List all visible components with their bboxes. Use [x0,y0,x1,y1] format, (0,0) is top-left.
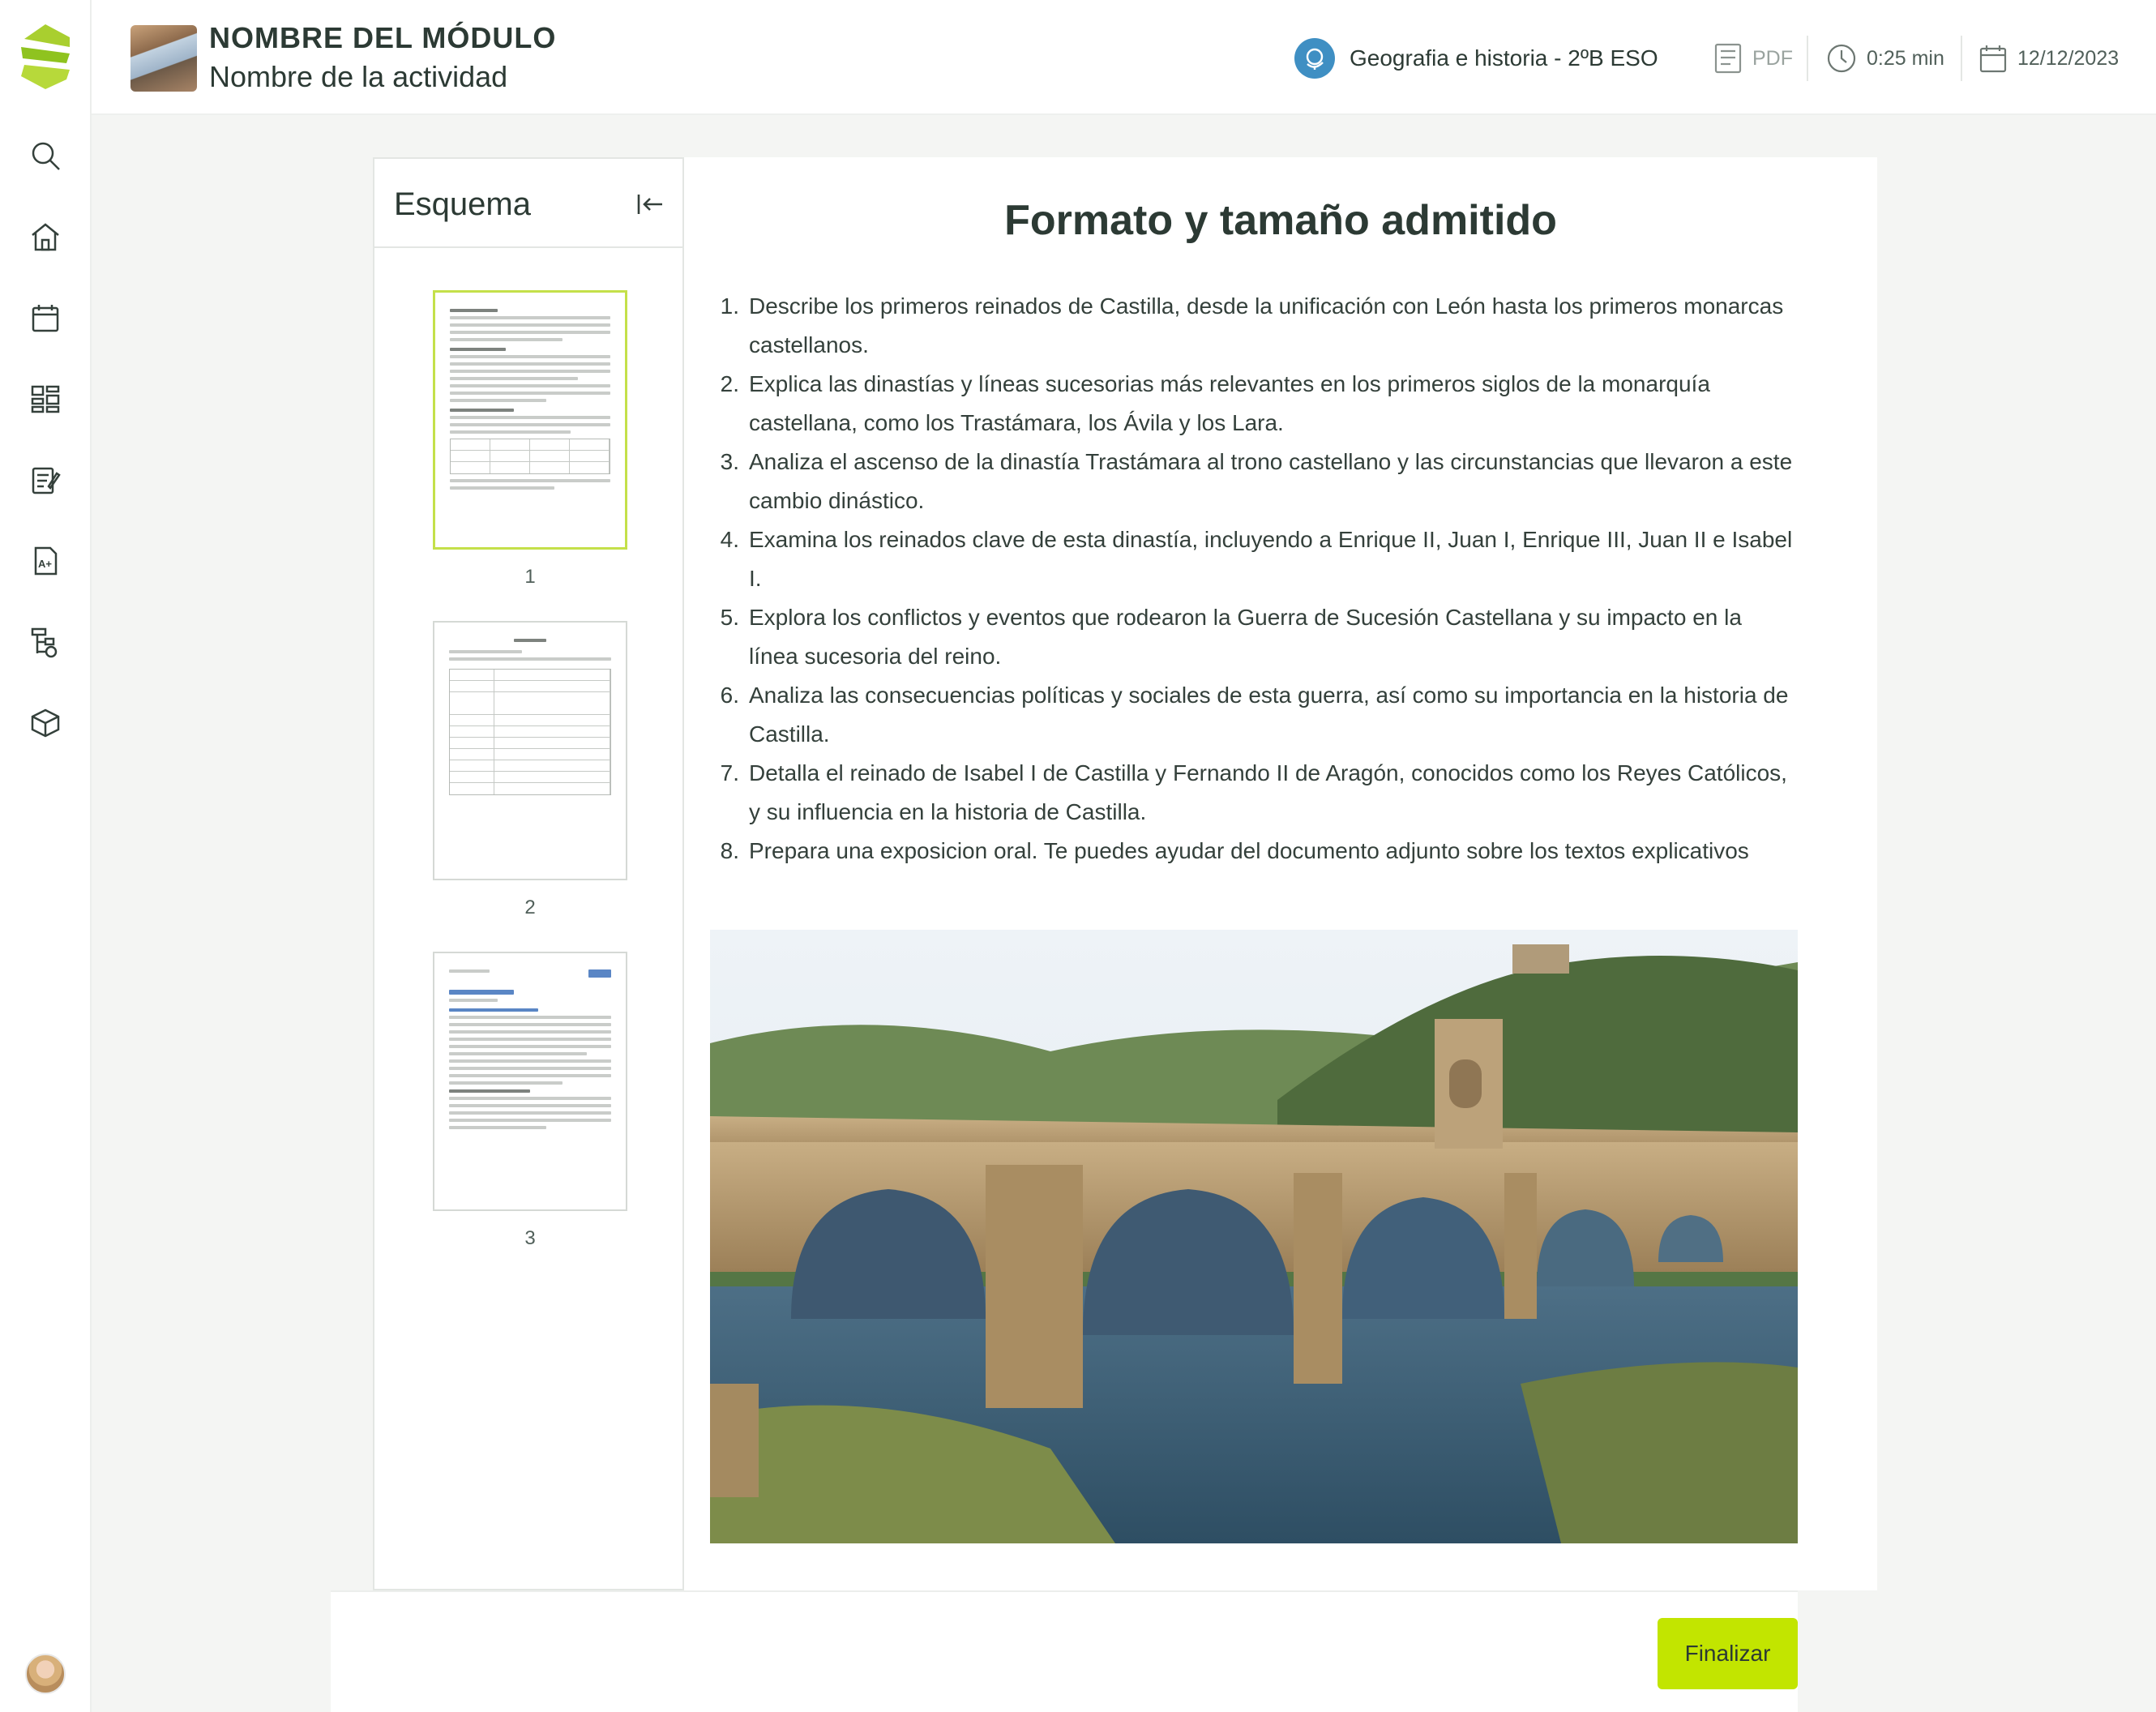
list-item: 6. Analiza las consecuencias políticas y … [720,683,1789,747]
list-item: 2. Explica las dinastías y líneas sucesor… [720,371,1710,435]
modules-icon[interactable] [28,381,63,417]
pdf-label: PDF [1752,46,1793,70]
footer-bar: Finalizar [331,1590,1798,1712]
page-thumbnail-3[interactable] [433,952,627,1211]
finish-button[interactable]: Finalizar [1658,1618,1798,1689]
module-thumbnail [130,25,197,92]
activity-name: Nombre de la actividad [209,60,508,93]
collapse-panel-button[interactable] [634,188,666,220]
page-number-1: 1 [524,566,536,588]
page-number-2: 2 [524,897,536,918]
module-title: NOMBRE DEL MÓDULO [209,21,557,54]
date-label: 12/12/2023 [2017,46,2120,70]
tasks-icon[interactable] [28,462,63,498]
list-item: 1. Describe los primeros reinados de Cast… [720,293,1784,357]
page-thumbnail-1[interactable] [433,290,627,550]
tree-icon[interactable] [28,624,63,660]
avatar[interactable] [25,1654,66,1694]
divider [1807,36,1808,81]
divider [1961,36,1962,81]
home-icon[interactable] [28,219,63,255]
box-icon[interactable] [28,705,63,741]
task-list: 1. Describe los primeros reinados de Cast… [710,287,1796,871]
bridge-photo [710,930,1798,1543]
outline-title: Esquema [394,186,531,222]
clock-icon [1827,44,1856,73]
list-item: 4. Examina los reinados clave de esta din… [720,527,1793,591]
page-thumbnail-2[interactable] [433,621,627,880]
document-icon [1714,43,1742,74]
subject-label: Geografia e historia - 2ºB ESO [1350,45,1658,71]
list-item: 5. Explora los conflictos y eventos que r… [720,605,1742,669]
outline-panel: Esquema 1 2 3 [373,157,684,1590]
duration: 0:25 min [1826,39,1944,78]
top-header: NOMBRE DEL MÓDULO Nombre de la actividad… [92,0,2156,115]
list-item: 8. Prepara una exposicion oral. Te puedes… [720,838,1749,863]
globe-icon [1294,38,1335,79]
content-title: Formato y tamaño admitido [1004,197,1557,244]
page-number-3: 3 [524,1227,536,1249]
subject-badge: Geografia e historia - 2ºB ESO [1294,37,1658,79]
duration-label: 0:25 min [1867,46,1944,70]
grades-icon[interactable]: A+ [28,543,63,579]
activity-card: Esquema 1 2 3 Formato y tamaño admitido … [373,157,1877,1590]
calendar-icon[interactable] [28,300,63,336]
sidebar: A+ [0,0,92,1712]
search-icon[interactable] [28,138,63,173]
list-item: 3. Analiza el ascenso de la dinastía Tras… [720,449,1793,513]
app-logo[interactable] [18,23,73,91]
svg-text:A+: A+ [38,558,52,570]
outline-header: Esquema [374,159,682,248]
collapse-left-icon [637,195,662,214]
pdf-button[interactable]: PDF [1713,39,1793,78]
date: 12/12/2023 [1978,39,2119,78]
content-area: Formato y tamaño admitido 1. Describe los… [684,157,1877,1590]
calendar-icon [1979,45,2007,73]
list-item: 7. Detalla el reinado de Isabel I de Cast… [720,760,1787,824]
